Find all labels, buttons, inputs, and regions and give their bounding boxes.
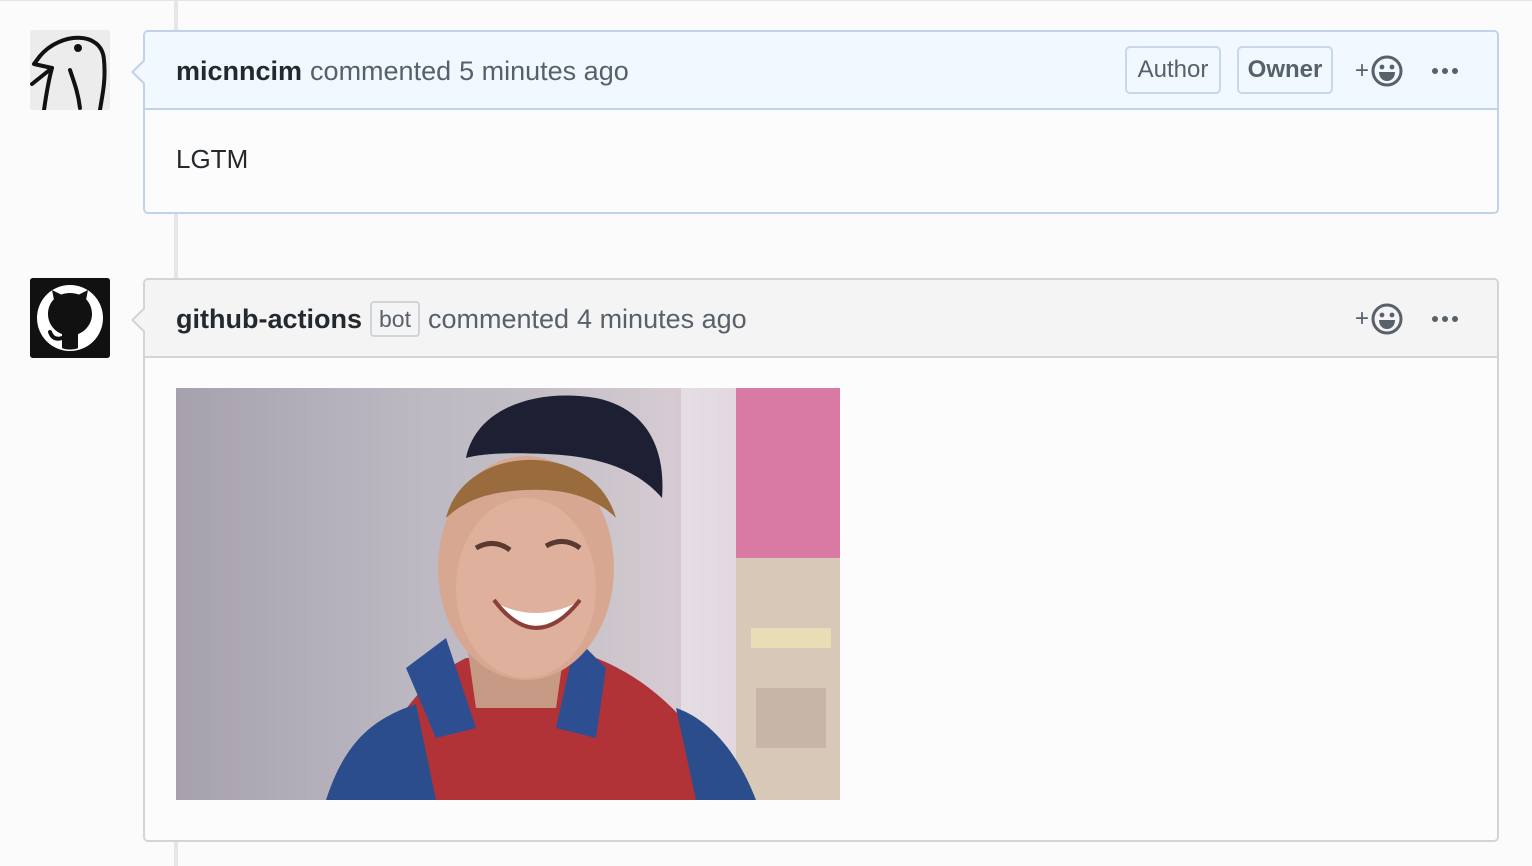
comment-gif-image[interactable]	[176, 388, 840, 800]
add-reaction-button[interactable]: +	[1355, 54, 1403, 88]
comment-timestamp[interactable]: 5 minutes ago	[459, 56, 629, 87]
add-reaction-button[interactable]: +	[1355, 302, 1403, 336]
comment-body: LGTM	[176, 144, 249, 174]
comment-timestamp[interactable]: 4 minutes ago	[577, 304, 747, 335]
comment-caret	[131, 58, 146, 86]
comment-header: github-actions bot commented 4 minutes a…	[131, 280, 1497, 358]
bot-badge: bot	[369, 301, 420, 337]
comment-meta: github-actions bot commented 4 minutes a…	[176, 280, 747, 358]
author-label: Author	[1125, 46, 1221, 94]
comment-caret	[131, 306, 146, 334]
author-link[interactable]: github-actions	[176, 304, 362, 335]
owner-label: Owner	[1237, 46, 1333, 94]
plus-icon: +	[1355, 57, 1370, 84]
smiley-icon	[1371, 303, 1403, 335]
plus-icon: +	[1355, 305, 1370, 332]
top-divider	[0, 0, 1532, 1]
smiley-icon	[1371, 55, 1403, 87]
comment-meta: micnncim commented 5 minutes ago	[176, 32, 629, 110]
github-octocat-icon[interactable]	[30, 278, 110, 358]
comment-header: micnncim commented 5 minutes ago Author …	[131, 32, 1497, 110]
comment-1: micnncim commented 5 minutes ago Author …	[131, 30, 1499, 214]
comment-2: github-actions bot commented 4 minutes a…	[131, 278, 1499, 842]
comment-action: commented	[427, 303, 570, 334]
bird-avatar-icon[interactable]	[30, 30, 110, 110]
author-link[interactable]: micnncim	[176, 56, 302, 87]
comment-menu-icon[interactable]	[1432, 302, 1458, 336]
comment-action: commented	[310, 55, 452, 86]
comment-menu-icon[interactable]	[1432, 54, 1458, 88]
